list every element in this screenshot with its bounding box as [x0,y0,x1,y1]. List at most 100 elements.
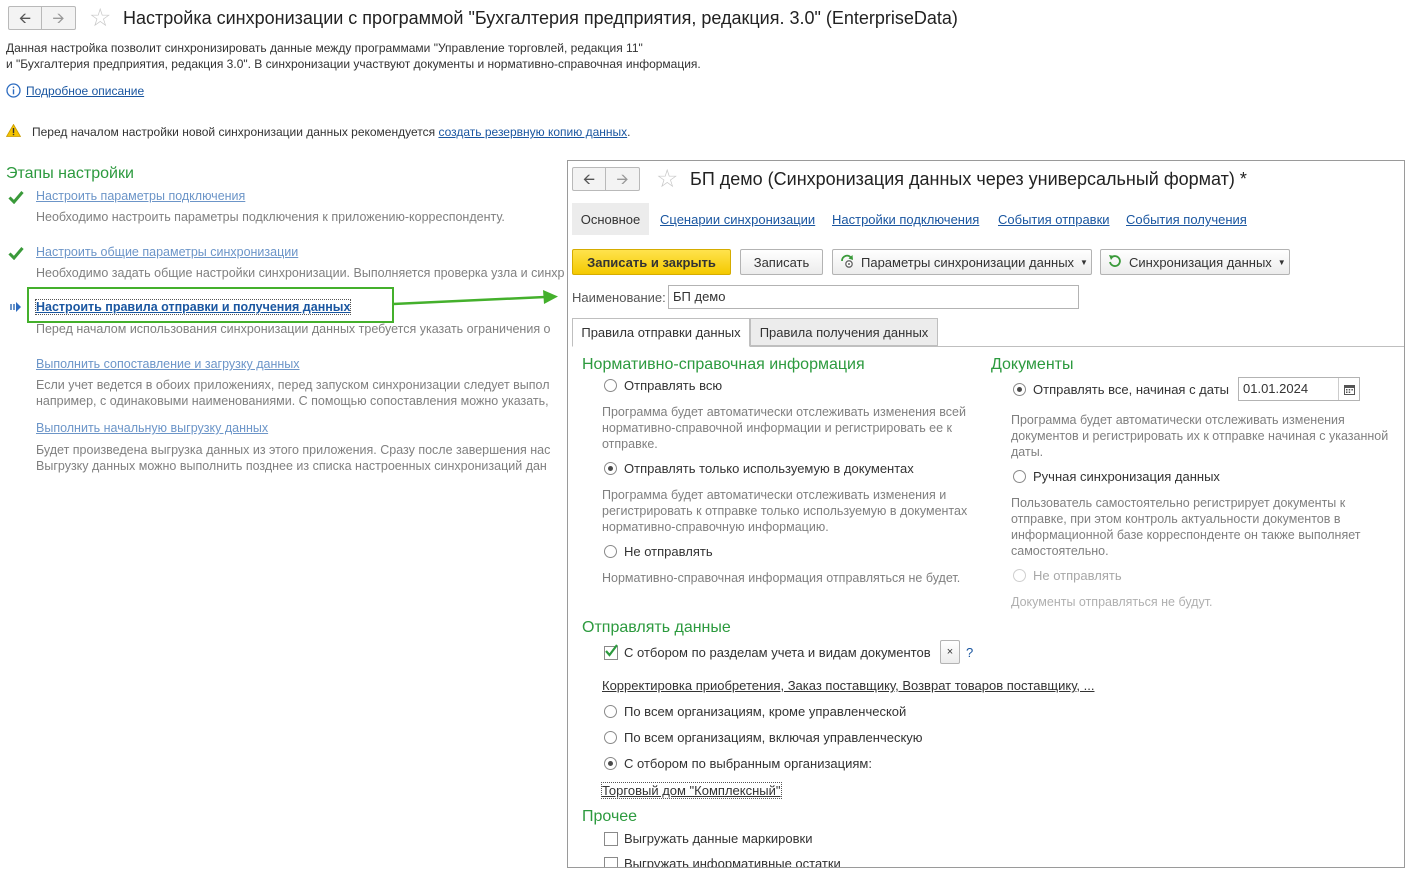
export-marking-checkbox[interactable] [604,832,618,846]
nav-main[interactable]: Основное [572,203,649,235]
name-label: Наименование: [572,290,666,305]
desc-line: нормативно-справочную информацию. [602,520,829,534]
sync-data-button[interactable]: Синхронизация данных ▼ [1100,249,1290,275]
export-info-balances-checkbox[interactable] [604,857,618,867]
docs-send-from-date-desc: Программа будет автоматически отслеживат… [1011,412,1388,460]
nsi-dont-send-radio[interactable] [604,545,617,558]
step-rules-desc: Перед началом использования синхронизаци… [36,322,551,336]
desc-line: Программа будет автоматически отслеживат… [1011,413,1345,427]
intro-line-1: Данная настройка позволит синхронизирова… [6,41,643,55]
step-general-link[interactable]: Настроить общие параметры синхронизации [36,245,298,259]
intro-line-2: и "Бухгалтерия предприятия, редакция 3.0… [6,57,701,71]
name-field[interactable]: БП демо [668,285,1079,309]
filter-checkbox[interactable] [604,644,618,660]
forward-arrow-icon[interactable]: 🡪 [606,167,640,191]
step-export-desc-1: Будет произведена выгрузка данных из это… [36,443,551,457]
dropdown-arrow-icon: ▼ [1080,257,1088,267]
org-except-mgmt-label: По всем организациям, кроме управленческ… [624,704,907,719]
org-except-mgmt-radio[interactable] [604,705,617,718]
nav-send-events[interactable]: События отправки [998,212,1110,227]
step-export-desc-2: Выгрузку данных можно выполнить позднее … [36,459,547,473]
docs-send-from-date-label: Отправлять все, начиная с даты [1033,382,1230,397]
backup-link[interactable]: создать резервную копию данных [438,125,627,139]
step-matching-desc-2: например, с одинаковыми наименованиями. … [36,394,549,408]
favorite-star-icon[interactable]: ☆ [656,167,678,192]
warning-icon [5,123,22,140]
step-export-link[interactable]: Выполнить начальную выгрузку данных [36,421,268,435]
desc-line: самостоятельно. [1011,544,1109,558]
nsi-send-all-desc: Программа будет автоматически отслеживат… [602,404,966,452]
warning-text: Перед началом настройки новой синхрониза… [32,125,439,139]
docs-send-from-date-radio[interactable] [1013,383,1026,396]
save-button[interactable]: Записать [740,249,823,275]
desc-line: отправке. [602,437,658,451]
sync-params-button[interactable]: Параметры синхронизации данных ▼ [832,249,1092,275]
favorite-star-icon[interactable]: ☆ [89,6,111,31]
step-matching-desc-1: Если учет ведется в обоих приложениях, п… [36,378,550,392]
desc-line: документов и регистрировать их к отправк… [1011,429,1389,443]
filter-label: С отбором по разделам учета и видам доку… [624,645,931,660]
nsi-send-used-radio[interactable] [604,462,617,475]
docs-manual-desc: Пользователь самостоятельно регистрирует… [1011,495,1361,559]
selected-orgs-link[interactable]: Торговый дом "Комплексный" [601,782,782,799]
gear-sync-icon [839,253,855,272]
docs-manual-radio[interactable] [1013,470,1026,483]
forward-arrow-icon[interactable]: 🡪 [42,6,76,30]
docs-manual-label: Ручная синхронизация данных [1033,469,1220,484]
sync-params-label: Параметры синхронизации данных [861,254,1075,270]
nav-connection[interactable]: Настройки подключения [832,212,979,227]
pointer-arrow-icon [393,290,558,306]
step-done-check-icon [8,246,24,263]
nsi-send-used-label: Отправлять только используемую в докумен… [624,461,914,476]
step-done-check-icon [8,190,24,207]
filter-sections-link[interactable]: Корректировка приобретения, Заказ постав… [602,678,1094,693]
back-arrow-icon[interactable]: 🡨 [8,6,42,30]
stages-heading: Этапы настройки [6,165,134,182]
sync-settings-window: 🡨 🡪 ☆ БП демо (Синхронизация данных чере… [567,160,1405,868]
nav-receive-events[interactable]: События получения [1126,212,1247,227]
checkmark-icon [605,644,618,657]
org-incl-mgmt-radio[interactable] [604,731,617,744]
nsi-heading: Нормативно-справочная информация [582,356,865,373]
desc-line: Программа будет автоматически отслеживат… [602,488,947,502]
nav-scenarios[interactable]: Сценарии синхронизации [660,212,815,227]
nsi-send-all-label: Отправлять всю [624,378,723,393]
step-connection-link[interactable]: Настроить параметры подключения [36,189,245,203]
tab-send-rules[interactable]: Правила отправки данных [572,318,750,347]
main-nav-buttons: 🡨 🡪 [8,6,76,30]
desc-line: Пользователь самостоятельно регистрирует… [1011,496,1346,510]
warning-end: . [627,125,631,139]
dropdown-arrow-icon: ▼ [1277,257,1286,267]
save-and-close-button[interactable]: Записать и закрыть [572,249,731,275]
org-selected-radio[interactable] [604,757,617,770]
sync-data-label: Синхронизация данных [1129,254,1272,270]
docs-dont-send-radio[interactable] [1013,569,1026,582]
current-step-arrow-icon [10,301,22,315]
warning-message: Перед началом настройки новой синхрониза… [32,125,631,139]
desc-line: отправке, при этом контроль актуальности… [1011,512,1341,526]
step-matching-link[interactable]: Выполнить сопоставление и загрузку данны… [36,357,300,371]
nsi-dont-send-desc: Нормативно-справочная информация отправл… [602,571,961,585]
step-rules-link[interactable]: Настроить правила отправки и получения д… [34,299,352,315]
docs-date-field[interactable]: 01.01.2024 [1238,377,1360,401]
back-arrow-icon[interactable]: 🡨 [572,167,606,191]
calendar-icon[interactable] [1338,378,1359,400]
desc-line: информационной базе корреспонденте он та… [1011,528,1361,542]
details-link[interactable]: Подробное описание [26,84,144,98]
dialog-nav-buttons: 🡨 🡪 [572,167,640,191]
export-marking-label: Выгружать данные маркировки [624,831,813,846]
nsi-send-all-radio[interactable] [604,379,617,392]
page-title: Настройка синхронизации с программой "Бу… [123,8,958,28]
dialog-title: БП демо (Синхронизация данных через унив… [690,169,1247,189]
other-heading: Прочее [582,808,638,825]
desc-line: нормативно-справочной информации и регис… [602,421,953,435]
export-info-balances-label: Выгружать информативные остатки [624,856,841,868]
docs-heading: Документы [991,356,1074,373]
help-icon[interactable]: ? [966,645,973,660]
tab-receive-rules[interactable]: Правила получения данных [750,318,938,346]
send-heading: Отправлять данные [582,619,731,636]
docs-dont-send-label: Не отправлять [1033,568,1122,583]
desc-line: Программа будет автоматически отслеживат… [602,405,966,419]
docs-date-value: 01.01.2024 [1243,381,1309,396]
clear-filter-button[interactable]: × [940,640,960,664]
